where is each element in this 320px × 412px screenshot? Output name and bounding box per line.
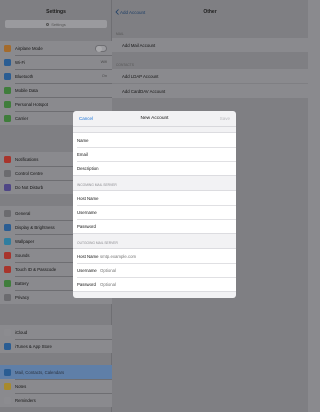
sidebar-item-label: Mail, Contacts, Calendars bbox=[15, 369, 65, 375]
sidebar-item-value: On bbox=[101, 74, 107, 78]
incoming-username-label: Username bbox=[77, 209, 97, 215]
outgoing-password-field[interactable] bbox=[100, 281, 220, 287]
sidebar-item-label: Notes bbox=[15, 383, 27, 389]
sidebar-item-notes[interactable]: Notes bbox=[0, 379, 112, 393]
search-placeholder: Settings bbox=[51, 21, 66, 27]
sidebar-item-personal-hotspot[interactable]: Personal Hotspot bbox=[0, 97, 112, 111]
sheet-nav-bar: Cancel New Account Save bbox=[73, 111, 236, 127]
hotspot-icon bbox=[4, 100, 11, 108]
incoming-username-field[interactable] bbox=[100, 209, 220, 215]
sidebar-item-label: Wi-Fi bbox=[15, 59, 26, 65]
outgoing-host-name-label: Host Name bbox=[77, 253, 99, 259]
sidebar-item-bluetooth[interactable]: Bluetooth On bbox=[0, 69, 112, 83]
search-field[interactable]: Settings bbox=[5, 20, 107, 28]
outgoing-host-name-row[interactable]: Host Name bbox=[73, 249, 236, 263]
account-name-field[interactable] bbox=[100, 137, 220, 143]
sidebar-group: Mail, Contacts, Calendars Notes Reminders bbox=[0, 365, 112, 407]
app-store-icon bbox=[4, 342, 11, 350]
incoming-host-name-row[interactable]: Host Name bbox=[73, 191, 236, 205]
mobile-data-icon bbox=[4, 86, 11, 94]
notes-icon bbox=[4, 382, 11, 390]
account-fields-group: Name Email Description bbox=[73, 132, 236, 176]
incoming-password-row[interactable]: Password bbox=[73, 219, 236, 233]
carrier-icon bbox=[4, 114, 11, 122]
fingerprint-icon bbox=[4, 265, 11, 273]
sidebar-item-label: Personal Hotspot bbox=[15, 101, 48, 107]
sidebar-item-label: iCloud bbox=[15, 329, 28, 335]
incoming-server-group: Host Name Username Password bbox=[73, 190, 236, 234]
add-carddav-account-cell[interactable]: Add CardDAV Account bbox=[112, 84, 308, 98]
section-header-contacts: Contacts bbox=[116, 63, 134, 67]
incoming-password-label: Password bbox=[77, 223, 96, 229]
section-header-mail: Mail bbox=[116, 32, 124, 36]
outgoing-host-name-field[interactable] bbox=[100, 253, 220, 259]
sidebar-item-icloud[interactable]: iCloud bbox=[0, 325, 112, 339]
wifi-icon bbox=[4, 58, 11, 66]
account-name-row[interactable]: Name bbox=[73, 133, 236, 147]
outgoing-password-label: Password bbox=[77, 281, 96, 287]
control-centre-icon bbox=[4, 169, 11, 177]
search-icon bbox=[46, 22, 50, 26]
sidebar-item-reminders[interactable]: Reminders bbox=[0, 393, 112, 407]
account-description-label: Description bbox=[77, 165, 99, 171]
sidebar-group: iCloud iTunes & App Store bbox=[0, 325, 112, 353]
account-email-field[interactable] bbox=[100, 151, 220, 157]
incoming-username-row[interactable]: Username bbox=[73, 205, 236, 219]
cloud-icon bbox=[4, 328, 11, 336]
reminders-icon bbox=[4, 396, 11, 404]
outgoing-username-field[interactable] bbox=[100, 267, 220, 273]
privacy-icon bbox=[4, 293, 11, 301]
account-email-row[interactable]: Email bbox=[73, 147, 236, 161]
sheet-title: New Account bbox=[140, 116, 169, 121]
airplane-mode-toggle[interactable] bbox=[95, 44, 107, 52]
sidebar-item-airplane-mode[interactable]: Airplane Mode bbox=[0, 41, 112, 55]
account-description-row[interactable]: Description bbox=[73, 161, 236, 175]
add-mail-account-cell[interactable]: Add Mail Account bbox=[112, 38, 308, 52]
gear-icon bbox=[4, 209, 11, 217]
airplane-icon bbox=[4, 44, 11, 52]
new-account-sheet: Cancel New Account Save Name Email Descrip… bbox=[73, 111, 236, 298]
bluetooth-icon bbox=[4, 72, 11, 80]
sidebar-title: Settings bbox=[46, 9, 66, 15]
moon-icon bbox=[4, 183, 11, 191]
outgoing-server-group: Host Name Username Password bbox=[73, 248, 236, 292]
outgoing-server-header: Outgoing Mail Server bbox=[77, 241, 118, 245]
incoming-server-header: Incoming Mail Server bbox=[77, 183, 117, 187]
detail-title: Other bbox=[203, 9, 217, 15]
outgoing-password-row[interactable]: Password bbox=[73, 277, 236, 291]
sidebar-item-wi-fi[interactable]: Wi-Fi Wifi bbox=[0, 55, 112, 69]
sidebar-item-label: Mobile Data bbox=[15, 87, 38, 93]
sidebar-item-itunes-app-store[interactable]: iTunes & App Store bbox=[0, 339, 112, 353]
incoming-password-field[interactable] bbox=[100, 223, 220, 229]
sounds-icon bbox=[4, 251, 11, 259]
save-button[interactable]: Save bbox=[220, 116, 230, 121]
incoming-host-name-label: Host Name bbox=[77, 195, 99, 201]
incoming-host-name-field[interactable] bbox=[100, 195, 220, 201]
wallpaper-icon bbox=[4, 237, 11, 245]
sidebar-item-mail-contacts-calendars[interactable]: Mail, Contacts, Calendars bbox=[0, 365, 112, 379]
sidebar-item-label: Bluetooth bbox=[15, 73, 34, 79]
notifications-icon bbox=[4, 155, 11, 163]
add-ldap-account-cell[interactable]: Add LDAP Account bbox=[112, 69, 308, 83]
outgoing-username-label: Username bbox=[77, 267, 97, 273]
cancel-button[interactable]: Cancel bbox=[79, 116, 93, 121]
account-email-label: Email bbox=[77, 151, 88, 157]
sidebar-item-value: Wifi bbox=[100, 60, 107, 64]
account-description-field[interactable] bbox=[100, 165, 220, 171]
sidebar-item-label: iTunes & App Store bbox=[15, 343, 52, 349]
sidebar-item-label: Airplane Mode bbox=[15, 45, 43, 51]
battery-icon bbox=[4, 279, 11, 287]
brightness-icon bbox=[4, 223, 11, 231]
account-name-label: Name bbox=[77, 137, 89, 143]
outgoing-username-row[interactable]: Username bbox=[73, 263, 236, 277]
sidebar-item-label: Reminders bbox=[15, 397, 36, 403]
mail-icon bbox=[4, 368, 11, 376]
sidebar-item-mobile-data[interactable]: Mobile Data bbox=[0, 83, 112, 97]
